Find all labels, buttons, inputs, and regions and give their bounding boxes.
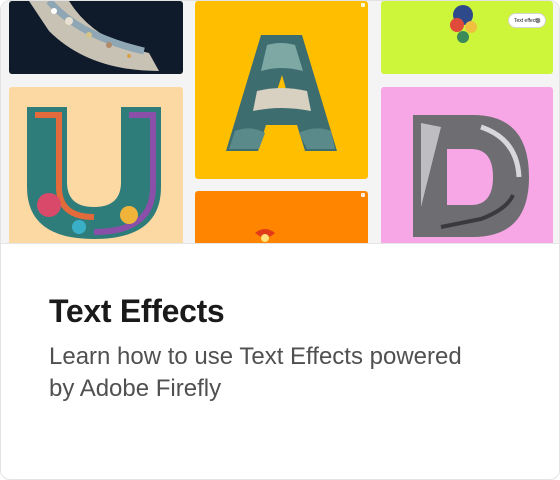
text-effects-preview: Text effects ⚙ — [1, 1, 559, 244]
sequin-letter-image — [29, 1, 159, 71]
tile-corner-marker — [361, 193, 365, 197]
letter-d-image — [413, 115, 529, 237]
text-effects-card[interactable]: Text effects ⚙ Text Effects Learn how to… — [0, 0, 560, 480]
sample-letter-d-tile — [381, 87, 553, 243]
gear-icon: ⚙ — [534, 18, 541, 25]
sample-sequin-letter-tile — [9, 1, 183, 74]
sample-letter-a-tile — [195, 1, 368, 179]
floral-letter-image — [450, 5, 477, 43]
sample-lime-tile — [381, 1, 553, 74]
card-title: Text Effects — [49, 293, 225, 329]
letter-u-image — [27, 107, 161, 239]
letter-a-image — [226, 35, 337, 151]
tile-corner-marker — [361, 3, 365, 7]
floral-letter-image — [255, 229, 275, 242]
sample-orange-tile — [195, 191, 368, 243]
sample-letter-u-tile — [9, 87, 183, 243]
text-effects-chip: Text effects ⚙ — [508, 13, 546, 28]
card-description: Learn how to use Text Effects powered by… — [49, 343, 462, 402]
